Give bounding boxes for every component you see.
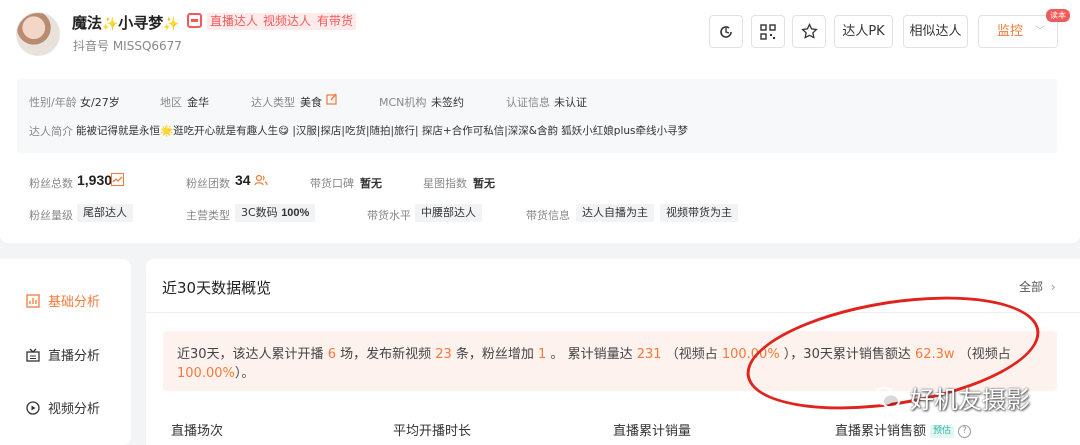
- gender-age-label: 性别/年龄: [29, 96, 77, 109]
- refresh-button[interactable]: [709, 15, 743, 48]
- summary-text: 近30天，该达人累计开播: [177, 347, 328, 362]
- tag-selling: 有带货: [314, 13, 357, 30]
- fan-level-label: 粉丝量级: [29, 209, 73, 222]
- sales-count: 231: [636, 347, 662, 362]
- view-all-label: 全部: [1019, 280, 1044, 294]
- similar-influencers-button[interactable]: 相似达人: [903, 15, 968, 48]
- region-value: 金华: [187, 96, 209, 109]
- col-avg-duration: 平均开播时长: [393, 424, 472, 439]
- view-all-link[interactable]: 全部 ›: [1019, 278, 1056, 295]
- main-type-pct: 100%: [281, 207, 310, 219]
- watermark-text: 好机友摄影: [910, 386, 1030, 414]
- profile-card: 魔法✨小寻梦✨ 直播达人 视频达人 有带货 抖音号 MISSQ6677 达人PK…: [0, 0, 1080, 243]
- video-share-revenue: 100.00%: [177, 366, 235, 381]
- mcn-value: 未签约: [431, 96, 464, 109]
- help-icon[interactable]: ?: [958, 425, 972, 438]
- summary-text: 条，粉丝增加: [451, 347, 539, 362]
- sparkle-icon: ✨: [102, 17, 119, 32]
- bio-value: 能被记得就是永恒🌟逛吃开心就是有趣人生😋 |汉服|探店|吃货|随拍|旅行| 探店…: [76, 125, 688, 137]
- gender-age-value: 女/27岁: [80, 96, 120, 109]
- summary-text: 。 累计销量达: [546, 347, 637, 362]
- wechat-icon: [873, 386, 900, 408]
- mcn-label: MCN机构: [379, 96, 427, 109]
- star-index-label: 星图指数: [423, 177, 467, 190]
- overview-title: 近30天数据概览: [162, 279, 272, 297]
- nav-label-live: 直播分析: [48, 349, 101, 364]
- live-count: 6: [327, 347, 336, 362]
- fans-total-value: 1,930: [77, 172, 113, 188]
- live-badge-icon: [187, 13, 202, 28]
- fan-group-value: 34: [235, 172, 251, 188]
- sales-info-chip: 视频带货为主: [660, 204, 738, 222]
- main-type-value: 3C数码: [241, 206, 278, 219]
- qrcode-button[interactable]: [751, 15, 785, 48]
- basic-info-panel: 性别/年龄 女/27岁 地区 金华 达人类型 美食 MCN机构 未签约 认证信息…: [17, 79, 1057, 153]
- region-label: 地区: [160, 96, 182, 109]
- col-live-revenue: 直播累计销售额 预估?: [835, 420, 972, 439]
- favorite-button[interactable]: [792, 15, 826, 48]
- name-part2: 小寻梦: [118, 14, 164, 32]
- fans-total-label: 粉丝总数: [29, 177, 73, 190]
- col-live-revenue-label: 直播累计销售额: [835, 424, 927, 439]
- main-type-label: 主营类型: [186, 209, 230, 222]
- sales-info-chip: 达人自播为主: [576, 204, 654, 222]
- cert-value: 未认证: [554, 96, 587, 109]
- qrcode-icon: [760, 23, 776, 40]
- main-type-chip: 3C数码 100%: [235, 204, 316, 222]
- reputation-value: 暂无: [360, 177, 382, 190]
- sales-level-label: 带货水平: [367, 209, 411, 222]
- star-icon: [800, 23, 818, 39]
- sales-info-label: 带货信息: [526, 209, 570, 222]
- nav-label-basic: 基础分析: [48, 295, 101, 310]
- chevron-right-icon: ›: [1050, 280, 1056, 294]
- nav-item-video[interactable]: 视频分析: [26, 398, 100, 417]
- nav-item-live[interactable]: 直播分析: [26, 345, 100, 364]
- video-count: 23: [435, 347, 452, 362]
- nav-label-video: 视频分析: [48, 402, 101, 417]
- bio-label: 达人简介: [29, 125, 73, 138]
- tag-live: 直播达人: [207, 13, 262, 30]
- monitor-label: 监控: [997, 24, 1024, 39]
- sparkle-icon: ✨: [163, 17, 180, 32]
- summary-text: 场，发布新视频: [335, 347, 436, 362]
- name-part1: 魔法: [72, 14, 103, 32]
- fan-level-chip: 尾部达人: [77, 204, 133, 222]
- avatar[interactable]: [16, 12, 60, 56]
- reputation-label: 带货口碑: [310, 177, 354, 190]
- type-value: 美食: [300, 96, 322, 109]
- tag-video: 视频达人: [260, 13, 315, 30]
- chevron-down-icon: ﹀: [1035, 26, 1045, 37]
- watermark: 好机友摄影: [872, 380, 1030, 415]
- type-label: 达人类型: [251, 96, 295, 109]
- sales-level-chip: 中腰部达人: [415, 204, 482, 222]
- nav-item-basic[interactable]: 基础分析: [26, 291, 100, 310]
- cert-label: 认证信息: [506, 96, 550, 109]
- col-live-sales: 直播累计销量: [613, 424, 692, 439]
- chart-icon: [26, 293, 40, 308]
- corner-badge: 读本: [1046, 9, 1070, 22]
- live-icon: [26, 348, 40, 362]
- pk-button[interactable]: 达人PK: [834, 15, 893, 48]
- summary-text: ）。: [234, 366, 255, 381]
- play-icon: [26, 400, 40, 415]
- monitor-dropdown[interactable]: 监控 ﹀: [978, 15, 1058, 48]
- summary-text: （视频占: [661, 347, 722, 362]
- trend-icon[interactable]: [111, 173, 124, 186]
- fan-group-label: 粉丝团数: [186, 177, 230, 190]
- star-index-value: 暂无: [473, 177, 495, 190]
- group-icon: [254, 174, 268, 186]
- influencer-name: 魔法✨小寻梦✨: [72, 12, 179, 33]
- douyin-id: 抖音号 MISSQ6677: [73, 39, 182, 53]
- col-live-sessions: 直播场次: [171, 424, 224, 439]
- analysis-side-nav: 基础分析 直播分析 视频分析: [0, 259, 131, 445]
- estimate-badge: 预估: [930, 425, 955, 438]
- edit-icon[interactable]: [326, 93, 338, 105]
- refresh-icon: [720, 25, 732, 38]
